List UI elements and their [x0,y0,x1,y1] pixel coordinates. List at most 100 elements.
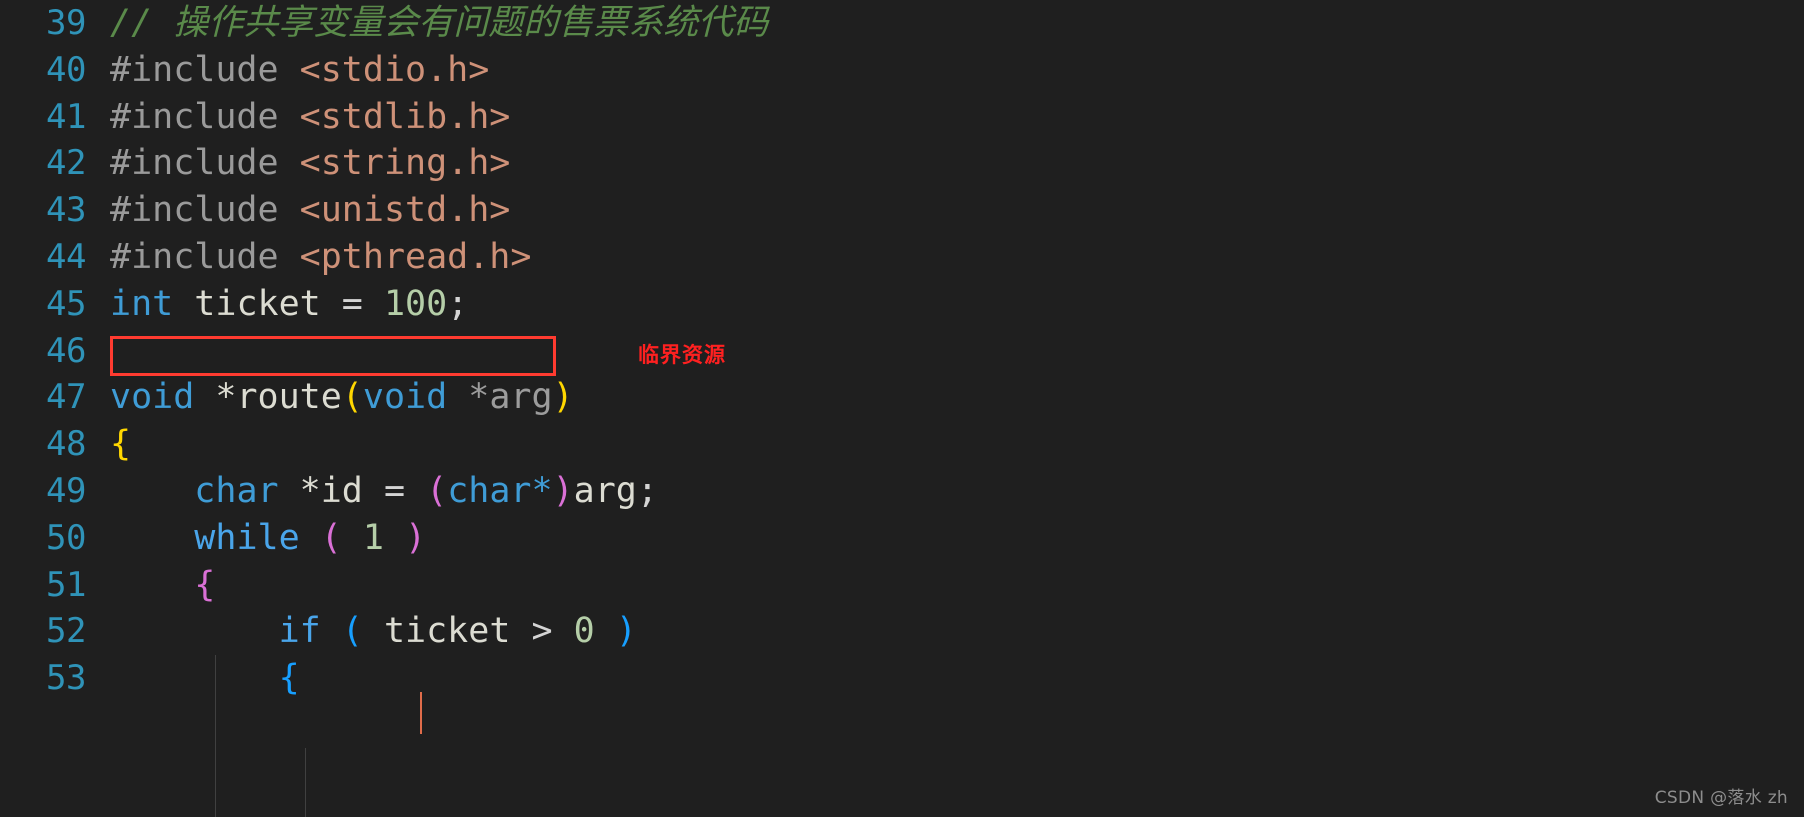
code-line-52[interactable]: 52 if ( ticket > 0 ) [0,608,1804,655]
token-paren-open: ( [320,517,342,558]
line-number: 39 [46,3,86,43]
token-variable: ticket [362,611,532,652]
code-content[interactable]: int ticket = 100; [92,281,1804,328]
token-brace-open: { [110,424,132,465]
token-type: int [110,283,174,324]
annotation-label-critical-resource: 临界资源 [638,343,726,367]
code-line-40[interactable]: 40 #include <stdio.h> [0,47,1804,94]
token-paren-close: ) [552,377,574,418]
code-editor[interactable]: 39 // 操作共享变量会有问题的售票系统代码 40 #include <std… [0,0,1804,817]
token-paren-close: ) [552,470,574,511]
code-content[interactable]: #include <unistd.h> [92,187,1804,234]
line-number: 50 [46,517,86,558]
code-line-48[interactable]: 48 { [0,421,1804,468]
token-header: <string.h> [299,143,511,184]
token-number: 1 [341,517,406,558]
line-number: 53 [46,658,86,699]
text-caret [420,692,422,734]
token-semicolon: ; [447,283,469,324]
code-content[interactable]: #include <string.h> [92,140,1804,187]
code-line-44[interactable]: 44 #include <pthread.h> [0,234,1804,281]
token-brace-open: { [194,564,216,605]
token-comment-slashes: // [110,3,153,43]
token-header: <stdlib.h> [299,96,511,137]
line-number: 49 [46,470,86,511]
token-operator: > [531,611,553,652]
line-number: 44 [46,236,86,277]
token-header: <stdio.h> [299,49,490,90]
indent-guide [305,748,306,817]
code-line-51[interactable]: 51 { [0,562,1804,609]
code-line-46[interactable]: 46 [0,328,1804,375]
token-function-name: *route [194,377,342,418]
code-line-50[interactable]: 50 while ( 1 ) [0,515,1804,562]
token-variable: *id [278,470,363,511]
token-keyword-while: while [194,517,300,558]
token-number: 100 [383,283,448,324]
code-content[interactable]: { [92,655,1804,702]
token-type: char [194,470,279,511]
code-line-39[interactable]: 39 // 操作共享变量会有问题的售票系统代码 [0,0,1804,47]
line-number: 42 [46,143,86,184]
watermark: CSDN @落水 zh [1654,788,1788,808]
token-keyword-if: if [278,611,321,652]
code-content[interactable]: #include <stdlib.h> [92,94,1804,141]
token-number: 0 [552,611,616,652]
line-number: 43 [46,190,86,231]
code-line-45[interactable]: 45 int ticket = 100; [0,281,1804,328]
line-number: 46 [46,330,86,371]
token-directive: #include [110,49,300,90]
token-assign: = [320,283,384,324]
code-content[interactable]: #include <stdio.h> [92,47,1804,94]
code-content[interactable]: { [92,421,1804,468]
token-paren-close: ) [615,611,637,652]
code-line-49[interactable]: 49 char *id = (char*)arg; [0,468,1804,515]
token-header: <pthread.h> [299,236,532,277]
token-return-type: void [110,377,195,418]
token-param-type: void [362,377,448,418]
line-number: 47 [46,377,86,418]
code-content[interactable]: if ( ticket > 0 ) [92,608,1804,655]
token-variable: ticket [194,283,321,324]
token-directive: #include [110,143,300,184]
token-argument: arg [573,470,637,511]
code-content[interactable]: // 操作共享变量会有问题的售票系统代码 [92,0,1804,47]
token-directive: #include [110,236,300,277]
code-line-47[interactable]: 47 void *route(void *arg) [0,374,1804,421]
token-paren-open: ( [426,470,448,511]
line-number: 52 [46,611,86,652]
line-number: 48 [46,424,86,465]
code-line-42[interactable]: 42 #include <string.h> [0,140,1804,187]
code-line-53[interactable]: 53 { [0,655,1804,702]
code-content[interactable]: void *route(void *arg) [92,374,1804,421]
token-semicolon: ; [636,470,658,511]
token-comment-text: 操作共享变量会有问题的售票系统代码 [152,3,769,43]
token-cast-type: char* [447,470,553,511]
line-number: 41 [46,96,86,137]
token-assign: = [362,470,427,511]
code-content[interactable]: #include <pthread.h> [92,234,1804,281]
line-number: 51 [46,564,86,605]
line-number: 40 [46,49,86,90]
token-directive: #include [110,96,300,137]
code-line-43[interactable]: 43 #include <unistd.h> [0,187,1804,234]
code-line-41[interactable]: 41 #include <stdlib.h> [0,94,1804,141]
token-header: <unistd.h> [299,190,511,231]
code-content[interactable]: { [92,562,1804,609]
token-directive: #include [110,190,300,231]
token-paren-open: ( [341,611,363,652]
token-param-name: *arg [447,377,553,418]
token-brace-open: { [278,658,300,699]
token-paren-open: ( [341,377,363,418]
token-paren-close: ) [405,517,427,558]
code-content[interactable]: char *id = (char*)arg; [92,468,1804,515]
code-content[interactable]: while ( 1 ) [92,515,1804,562]
